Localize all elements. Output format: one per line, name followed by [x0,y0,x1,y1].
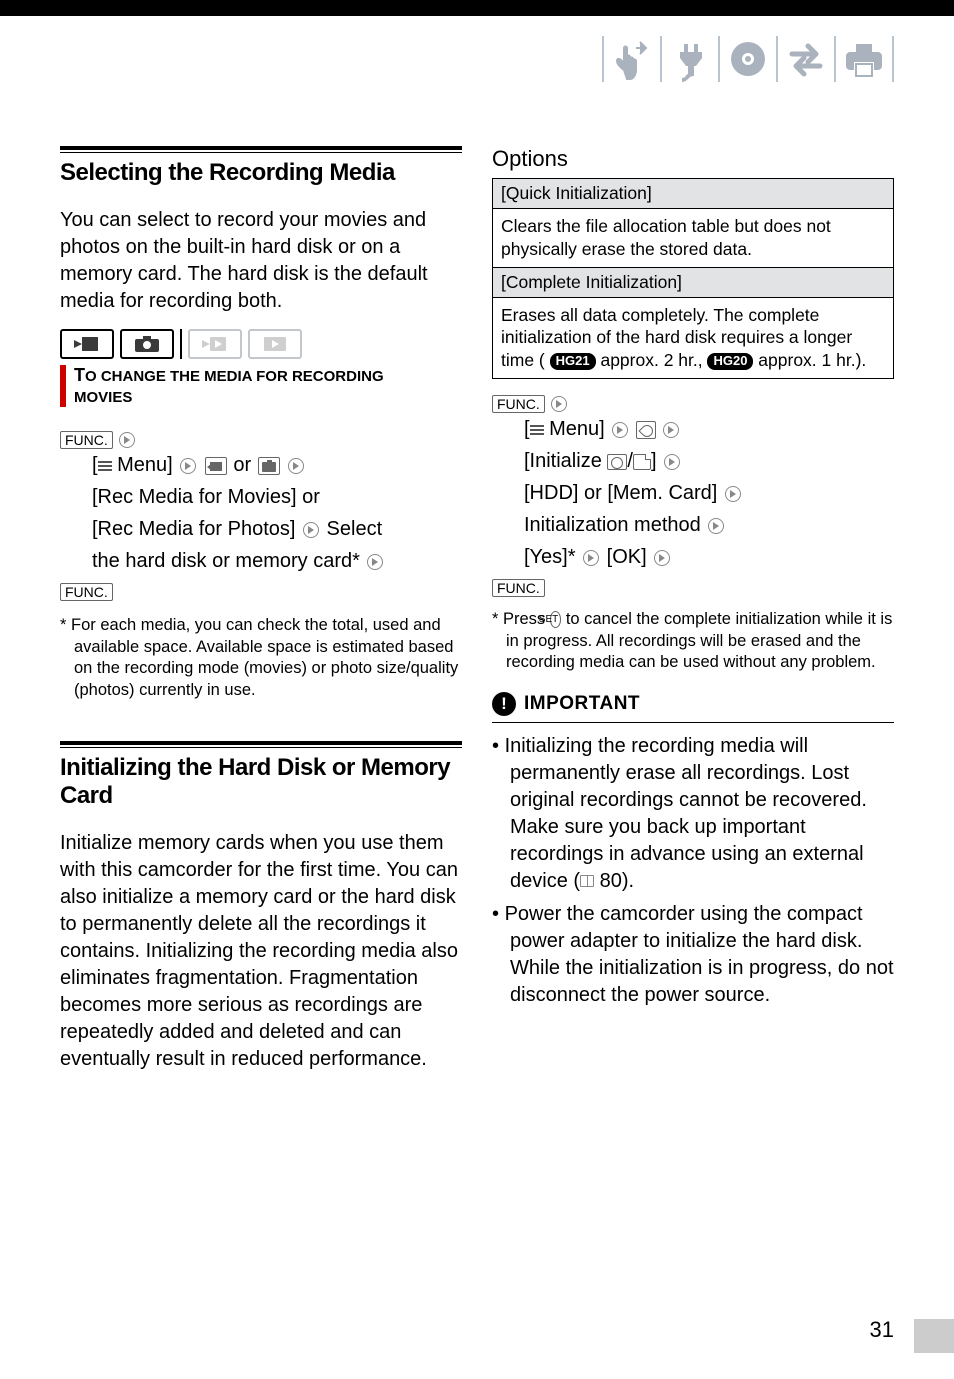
footnote-cancel-init: * Press SET to cancel the complete initi… [492,609,894,673]
section-title-selecting-media: Selecting the Recording Media [60,159,462,187]
arrow-icon [367,554,383,570]
arrow-icon [288,458,304,474]
page-edge-tab [914,1319,954,1353]
initialize-desc: Initialize memory cards when you use the… [60,830,462,1073]
arrow-icon [725,486,741,502]
photo-rec-mode-icon [120,329,174,359]
set-button-icon: SET [550,611,561,628]
options-heading: Options [492,146,894,172]
left-column: Selecting the Recording Media You can se… [60,146,462,1087]
complete-init-body: Erases all data completely. The complete… [493,298,893,378]
important-heading: ! IMPORTANT [492,692,894,716]
movie-rec-mode-icon [60,329,114,359]
photo-play-mode-icon [248,329,302,359]
bullet-power-warning: Power the camcorder using the compact po… [492,901,894,1009]
hdd-icon [607,454,627,470]
func-label: FUNC. [492,395,545,413]
steps-block-1: [ Menu] or [Rec Media for Movies] or [Re… [60,449,462,577]
section-title-initialize: Initializing the Hard Disk or Memory Car… [60,754,462,810]
movie-play-mode-icon [188,329,242,359]
arrow-icon [119,432,135,448]
arrow-icon [612,422,628,438]
plug-icon [664,36,716,82]
func-label: FUNC. [60,583,113,601]
arrow-icon [583,550,599,566]
manual-ref-icon [580,875,594,887]
options-table: [Quick Initialization] Clears the file a… [492,178,894,379]
hg20-badge: HG20 [707,353,753,370]
bullet-erase-warning: Initializing the recording media will pe… [492,733,894,895]
quick-init-body: Clears the file allocation table but doe… [493,209,893,268]
mode-indicator-row [60,329,462,359]
arrow-icon [303,522,319,538]
photo-tab-icon [258,457,280,475]
arrow-icon [551,396,567,412]
complete-init-head: [Complete Initialization] [493,268,893,298]
subhead-change-media-render: TO CHANGE THE MEDIA FOR RECORDING MOVIES [60,365,462,407]
hand-icon [606,36,658,82]
menu-icon [98,460,112,472]
func-label: FUNC. [60,431,113,449]
arrow-icon [664,454,680,470]
quick-init-head: [Quick Initialization] [493,179,893,209]
func-label: FUNC. [492,579,545,597]
hg21-badge: HG21 [550,353,596,370]
movie-tab-icon [205,457,227,475]
footnote-media: * For each media, you can check the tota… [60,615,462,701]
sd-card-icon [633,454,651,470]
right-column: Options [Quick Initialization] Clears th… [492,146,894,1087]
steps-block-2: [ Menu] [Initialize /] [HDD] or [Mem. Ca… [492,413,894,573]
arrow-icon [654,550,670,566]
top-black-bar [0,0,954,16]
arrow-icon [663,422,679,438]
transfer-icon [780,36,832,82]
mode-icon-strip [602,36,894,82]
disc-icon [722,36,774,82]
selecting-media-desc: You can select to record your movies and… [60,207,462,315]
menu-icon [530,424,544,436]
arrow-icon [180,458,196,474]
page-number: 31 [870,1317,894,1343]
arrow-icon [708,518,724,534]
important-icon: ! [492,692,516,716]
important-bullets: Initializing the recording media will pe… [492,733,894,1015]
wrench-icon [636,421,656,439]
print-icon [838,36,890,82]
